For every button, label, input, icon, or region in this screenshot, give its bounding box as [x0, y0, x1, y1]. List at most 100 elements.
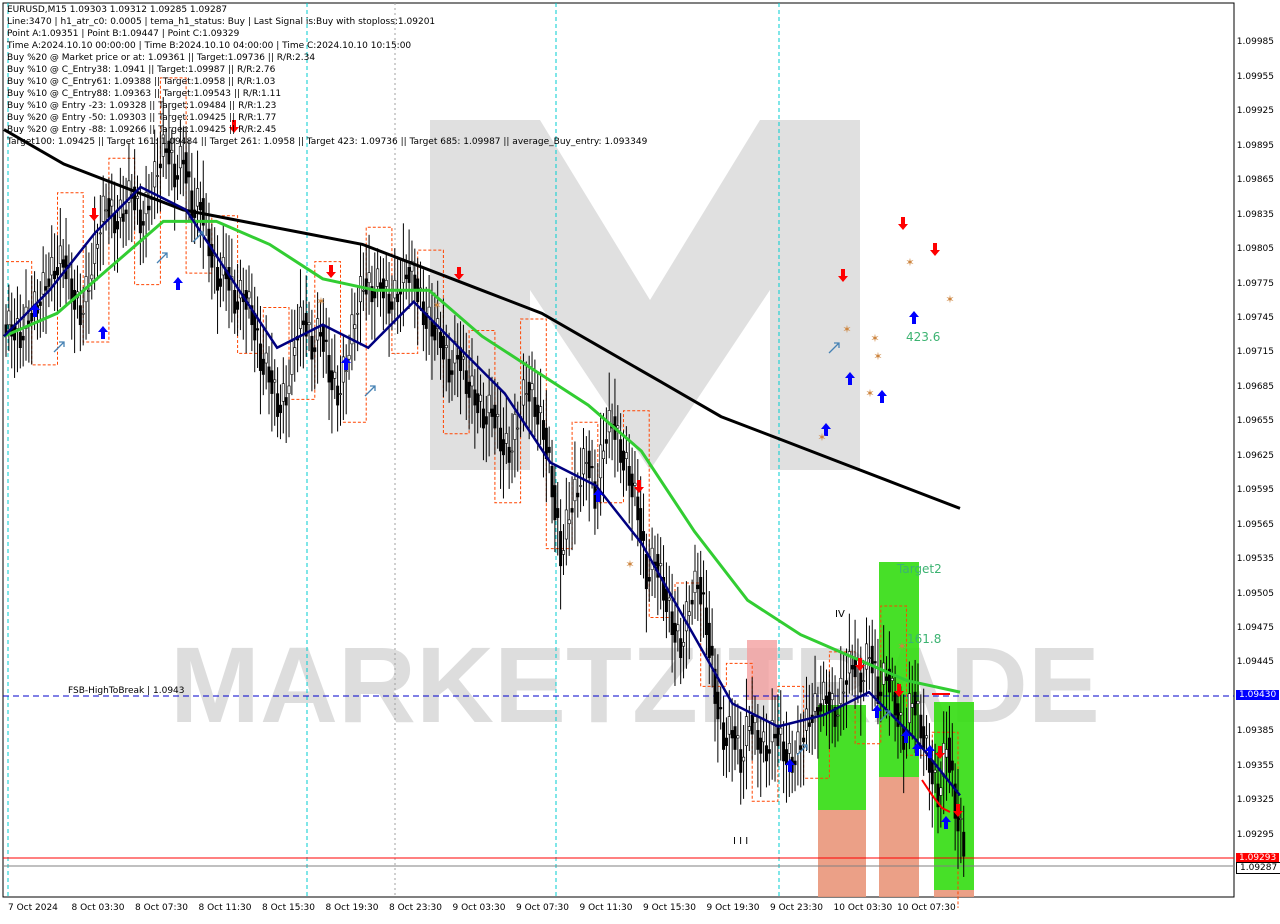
- buy-arrow-icon: [98, 326, 108, 339]
- candle-body: [361, 289, 365, 292]
- candle-body: [493, 404, 497, 429]
- candle-body: [93, 234, 97, 264]
- signal-info-line: Buy %10 @ C_Entry38: 1.0941 || Target:1.…: [7, 65, 276, 75]
- candle-body: [676, 624, 680, 632]
- candle-body: [264, 352, 268, 364]
- candle-body: [38, 301, 42, 306]
- candle-body: [787, 743, 791, 754]
- candle-body: [707, 622, 711, 658]
- candle-body: [44, 286, 48, 291]
- price-tick-label: 1.09385: [1236, 726, 1274, 737]
- candle-body: [258, 343, 262, 371]
- time-tick-label: 8 Oct 15:30: [262, 903, 315, 913]
- candle-body: [753, 716, 757, 724]
- candle-body: [381, 278, 385, 299]
- time-tick-label: 9 Oct 11:30: [579, 903, 633, 913]
- candle-body: [647, 576, 651, 582]
- sell-arrow-icon: [930, 243, 940, 256]
- chart-area[interactable]: MARKETZITRADE ✶ ✶ ✶ ✶ ✶ ✶ ✶ ✶ ✶ ✶ ✶ EURU…: [0, 0, 1280, 920]
- candle-body: [822, 681, 826, 701]
- candle-body: [401, 260, 405, 283]
- candle-body: [479, 394, 483, 402]
- candle-body: [158, 163, 162, 169]
- time-tick-label: 8 Oct 11:30: [198, 903, 252, 913]
- candle-body: [513, 413, 517, 440]
- candle-body: [376, 268, 380, 287]
- candle-body: [619, 439, 623, 463]
- price-tick-label: 1.09325: [1236, 795, 1274, 806]
- candle-body: [779, 727, 783, 735]
- price-tick-label: 1.09685: [1236, 381, 1274, 392]
- candle-body: [853, 657, 857, 678]
- target2-label: Target2: [897, 562, 942, 576]
- candle-body: [184, 152, 188, 184]
- candle-body: [330, 370, 334, 391]
- candle-body: [576, 492, 580, 498]
- target-star-icon: ✶: [817, 431, 826, 444]
- time-tick-label: 8 Oct 07:30: [135, 903, 188, 913]
- candle-body: [461, 356, 465, 360]
- candle-body: [922, 726, 926, 750]
- zone-orange-1: [818, 810, 866, 897]
- candle-body: [730, 730, 734, 739]
- candle-body: [925, 735, 929, 739]
- candle-body: [121, 213, 125, 222]
- candle-body: [278, 404, 282, 414]
- candle-body: [807, 722, 811, 727]
- candle-body: [387, 293, 391, 314]
- target-star-icon: ✶: [316, 295, 325, 308]
- candle-body: [693, 570, 697, 593]
- signal-info-line: Buy %20 @ Entry -88: 1.09266 || Target:1…: [7, 125, 277, 135]
- candle-body: [390, 301, 394, 310]
- target-star-icon: ✶: [432, 299, 441, 312]
- candle-body: [836, 714, 840, 717]
- candle-body: [364, 278, 368, 295]
- candle-body: [524, 393, 528, 395]
- candle-body: [301, 320, 305, 326]
- candle-body: [587, 450, 591, 479]
- candle-body: [890, 678, 894, 681]
- candle-body: [267, 366, 271, 383]
- candle-body: [287, 385, 291, 394]
- candle-body: [670, 611, 674, 635]
- candle-body: [490, 408, 494, 417]
- candle-body: [782, 741, 786, 762]
- candle-body: [950, 760, 954, 771]
- candle-body: [473, 389, 477, 406]
- candle-body: [164, 148, 168, 153]
- candle-body: [338, 393, 342, 395]
- candle-body: [476, 393, 480, 414]
- signal-info-line: Buy %20 @ Market price or at: 1.09361 ||…: [7, 53, 316, 63]
- candle-body: [945, 749, 949, 758]
- candle-body: [58, 245, 62, 264]
- candle-body: [933, 769, 937, 773]
- candle-body: [962, 831, 966, 857]
- candle-body: [87, 289, 91, 292]
- candle-body: [739, 749, 743, 773]
- candle-body: [867, 657, 871, 659]
- price-tick-label: 1.09355: [1236, 760, 1274, 771]
- candle-body: [353, 324, 357, 329]
- fsb-label: FSB-HighToBreak | 1.0943: [68, 686, 185, 696]
- candle-body: [762, 731, 766, 743]
- candle-body: [684, 601, 688, 632]
- target-star-icon: ✶: [842, 323, 851, 336]
- candle-body: [290, 341, 294, 375]
- candle-body: [333, 371, 337, 379]
- signal-info-line: Line:3470 | h1_atr_c0: 0.0005 | tema_h1_…: [7, 17, 436, 27]
- candle-body: [862, 680, 866, 682]
- candle-body: [321, 324, 325, 352]
- candle-body: [910, 703, 914, 708]
- candle-body: [736, 735, 740, 739]
- candle-body: [530, 383, 534, 391]
- candle-body: [827, 691, 831, 712]
- candle-body: [178, 146, 182, 169]
- candle-body: [367, 272, 371, 283]
- candle-body: [404, 274, 408, 280]
- candle-body: [570, 508, 574, 513]
- sell-arrow-icon: [326, 265, 336, 278]
- candle-body: [344, 370, 348, 372]
- candle-body: [21, 335, 25, 341]
- candle-body: [53, 270, 57, 280]
- candle-body: [61, 259, 65, 268]
